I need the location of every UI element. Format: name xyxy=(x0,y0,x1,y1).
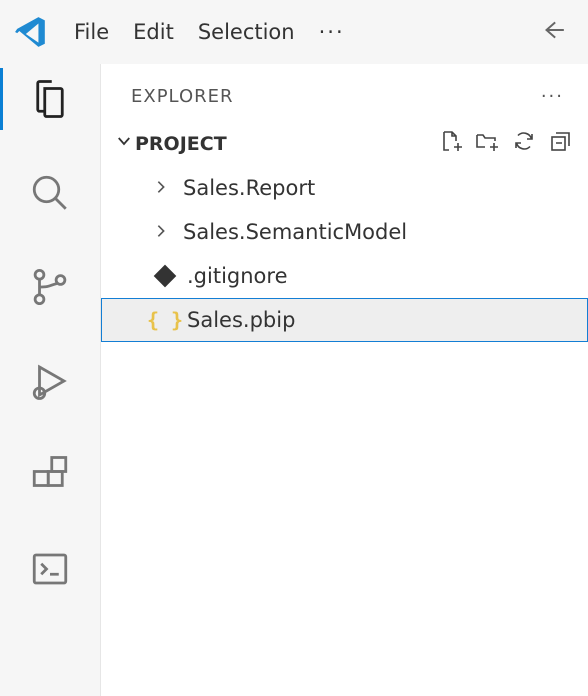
menu-bar: File Edit Selection ··· xyxy=(74,20,345,44)
explorer-more-icon[interactable]: ··· xyxy=(541,86,564,107)
collapse-all-icon[interactable] xyxy=(548,129,572,158)
tree-file[interactable]: .gitignore xyxy=(101,254,588,298)
file-tree: Sales.Report Sales.SemanticModel .gitign… xyxy=(101,166,588,342)
project-title: PROJECT xyxy=(135,133,227,155)
new-file-icon[interactable] xyxy=(440,129,464,158)
tree-item-label: .gitignore xyxy=(187,264,288,288)
activity-explorer-icon[interactable] xyxy=(0,78,100,120)
title-bar: File Edit Selection ··· xyxy=(0,0,588,64)
explorer-panel: EXPLORER ··· PROJECT xyxy=(100,64,588,696)
tree-folder[interactable]: Sales.SemanticModel xyxy=(101,210,588,254)
menu-selection[interactable]: Selection xyxy=(198,20,295,44)
activity-extensions-icon[interactable] xyxy=(0,454,100,496)
back-arrow-icon[interactable] xyxy=(540,17,588,48)
activity-run-debug-icon[interactable] xyxy=(0,360,100,402)
activity-bar xyxy=(0,64,100,696)
chevron-right-icon xyxy=(153,220,173,245)
new-folder-icon[interactable] xyxy=(476,129,500,158)
activity-terminal-icon[interactable] xyxy=(0,548,100,590)
vscode-logo-icon xyxy=(14,15,48,49)
gitignore-file-icon xyxy=(153,268,177,284)
activity-source-control-icon[interactable] xyxy=(0,266,100,308)
project-section-header[interactable]: PROJECT xyxy=(101,117,588,166)
chevron-down-icon xyxy=(113,132,135,155)
json-file-icon: { } xyxy=(153,308,177,332)
tree-item-label: Sales.Report xyxy=(183,176,315,200)
menu-overflow-icon[interactable]: ··· xyxy=(319,20,345,44)
tree-item-label: Sales.pbip xyxy=(187,308,295,332)
menu-edit[interactable]: Edit xyxy=(133,20,174,44)
activity-search-icon[interactable] xyxy=(0,172,100,214)
refresh-icon[interactable] xyxy=(512,129,536,158)
menu-file[interactable]: File xyxy=(74,20,109,44)
tree-folder[interactable]: Sales.Report xyxy=(101,166,588,210)
tree-item-label: Sales.SemanticModel xyxy=(183,220,407,244)
tree-file-selected[interactable]: { } Sales.pbip xyxy=(101,298,588,342)
chevron-right-icon xyxy=(153,176,173,201)
explorer-title: EXPLORER xyxy=(131,86,234,107)
